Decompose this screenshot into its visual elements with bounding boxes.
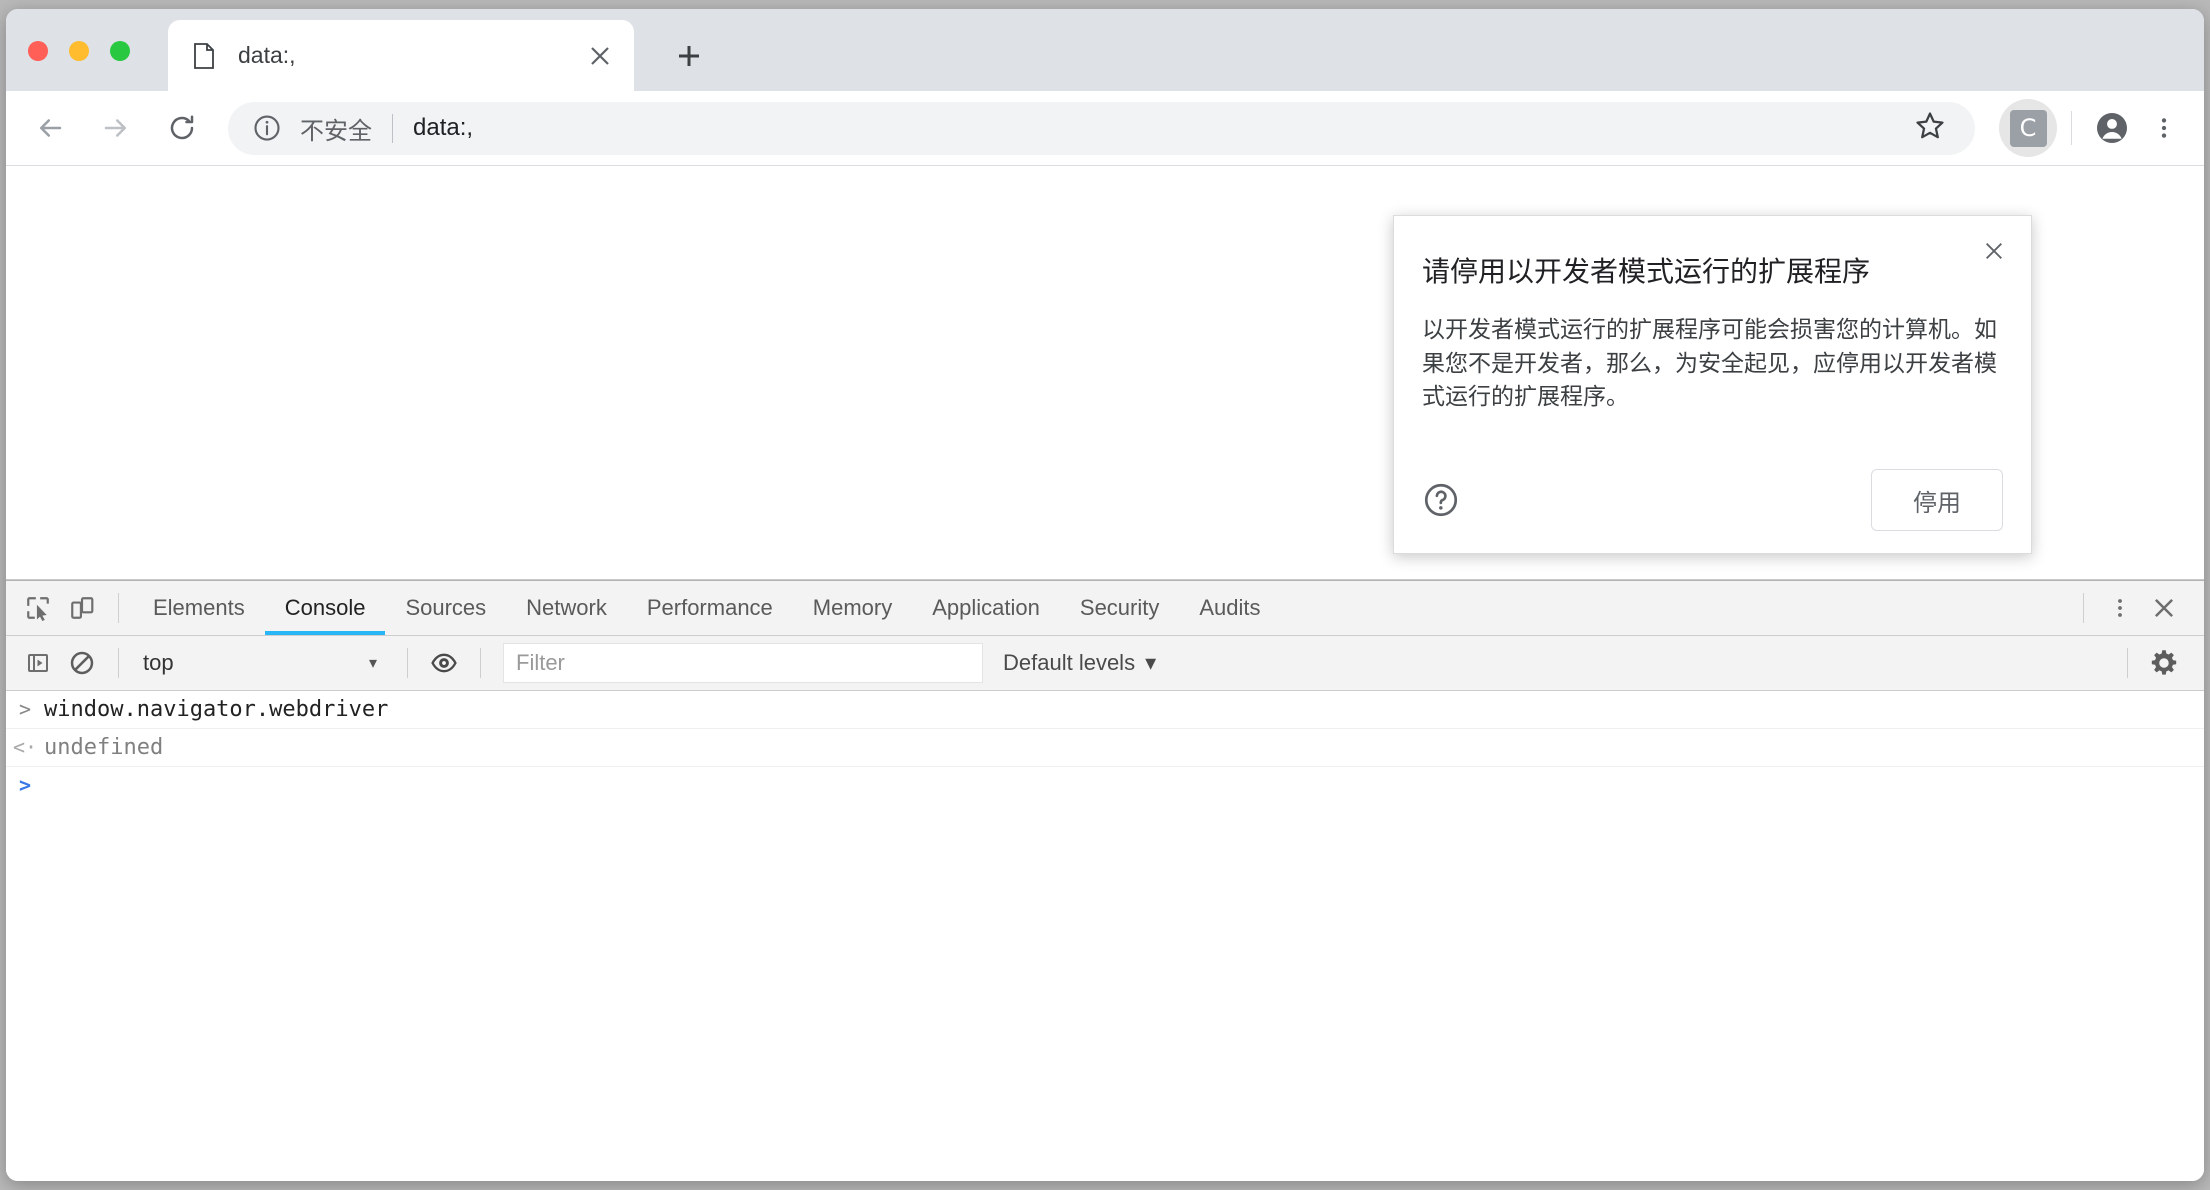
prompt-arrow-icon: >	[18, 773, 32, 797]
window-minimize-button[interactable]	[69, 41, 89, 61]
tab-sources[interactable]: Sources	[385, 581, 506, 635]
page-viewport: 请停用以开发者模式运行的扩展程序 以开发者模式运行的扩展程序可能会损害您的计算机…	[6, 166, 2204, 580]
tab-performance[interactable]: Performance	[627, 581, 793, 635]
tab-title: data:,	[238, 42, 296, 68]
inspect-element-icon[interactable]	[16, 586, 60, 630]
gear-icon[interactable]	[2142, 641, 2186, 685]
tab-application[interactable]: Application	[912, 581, 1060, 635]
address-bar[interactable]: 不安全 data:,	[228, 101, 1975, 155]
clear-console-icon[interactable]	[60, 641, 104, 685]
security-status-label: 不安全	[300, 117, 372, 145]
console-output[interactable]: > window.navigator.webdriver <· undefine…	[6, 691, 2204, 1181]
browser-window: data:, 不安全 data:, C 请停用以开发者模式运行的扩展程序 以开发…	[6, 9, 2204, 1181]
browser-toolbar: 不安全 data:, C	[6, 91, 2204, 166]
console-result-line: <· undefined	[6, 729, 2204, 767]
extension-warning-dialog: 请停用以开发者模式运行的扩展程序 以开发者模式运行的扩展程序可能会损害您的计算机…	[1393, 215, 2032, 554]
page-icon	[192, 42, 216, 69]
filterbar-divider-3	[480, 648, 481, 678]
devtools-tab-list: Elements Console Sources Network Perform…	[133, 581, 1281, 635]
tab-audits[interactable]: Audits	[1179, 581, 1280, 635]
window-maximize-button[interactable]	[110, 41, 130, 61]
filterbar-actions	[2113, 641, 2204, 685]
tab-elements[interactable]: Elements	[133, 581, 265, 635]
devtools-divider	[118, 593, 119, 623]
devtools-panel: Elements Console Sources Network Perform…	[6, 580, 2204, 1181]
window-traffic-lights	[28, 41, 130, 61]
console-expression: window.navigator.webdriver	[44, 697, 389, 722]
extension-badge-label: C	[2009, 109, 2047, 147]
chevron-down-icon: ▾	[1145, 650, 1157, 675]
result-arrow-icon: <·	[12, 735, 38, 759]
filterbar-divider-4	[2127, 648, 2128, 678]
dialog-close-icon[interactable]	[1973, 230, 2015, 272]
info-circle-icon[interactable]	[252, 113, 282, 143]
filterbar-divider-2	[407, 648, 408, 678]
console-context-select[interactable]: top ▾	[143, 642, 393, 684]
window-close-button[interactable]	[28, 41, 48, 61]
devtools-actions-divider	[2083, 593, 2084, 623]
devtools-more-icon[interactable]	[2098, 586, 2142, 630]
prompt-arrow-icon: >	[18, 697, 32, 721]
tab-close-icon[interactable]	[578, 34, 622, 78]
reload-button[interactable]	[154, 100, 210, 156]
console-prompt-line[interactable]: >	[6, 767, 2204, 805]
extension-icon[interactable]: C	[1999, 99, 2057, 157]
tab-strip: data:,	[6, 9, 2204, 91]
devtools-tabbar-actions	[2069, 586, 2204, 630]
url-text: data:,	[413, 114, 474, 141]
dialog-actions: 停用	[1394, 469, 2031, 531]
chevron-down-icon: ▾	[368, 655, 377, 672]
new-tab-button[interactable]	[666, 33, 712, 79]
tab-network[interactable]: Network	[506, 581, 627, 635]
disable-extension-button[interactable]: 停用	[1871, 469, 2003, 531]
star-icon[interactable]	[1913, 109, 1951, 147]
console-log-levels-select[interactable]: Default levels ▾	[1003, 650, 1156, 676]
tab-memory[interactable]: Memory	[793, 581, 912, 635]
profile-avatar-button[interactable]	[2086, 102, 2138, 154]
console-input-line: > window.navigator.webdriver	[6, 691, 2204, 729]
console-filter-input[interactable]: Filter	[503, 643, 983, 683]
eye-icon[interactable]	[422, 641, 466, 685]
log-levels-label: Default levels	[1003, 650, 1136, 675]
browser-menu-button[interactable]	[2138, 102, 2190, 154]
device-toolbar-icon[interactable]	[60, 586, 104, 630]
console-result-value: undefined	[44, 735, 164, 760]
help-circle-icon[interactable]	[1422, 481, 1460, 519]
console-sidebar-icon[interactable]	[16, 641, 60, 685]
dialog-title: 请停用以开发者模式运行的扩展程序	[1422, 256, 1871, 287]
toolbar-divider	[2071, 111, 2072, 145]
devtools-tabbar: Elements Console Sources Network Perform…	[6, 581, 2204, 636]
dialog-body: 以开发者模式运行的扩展程序可能会损害您的计算机。如果您不是开发者，那么，为安全起…	[1422, 316, 1997, 410]
browser-tab[interactable]: data:,	[168, 20, 634, 91]
forward-button[interactable]	[88, 100, 144, 156]
tab-console[interactable]: Console	[264, 581, 386, 635]
back-button[interactable]	[22, 100, 78, 156]
tab-security[interactable]: Security	[1060, 581, 1179, 635]
console-context-value: top	[143, 650, 174, 675]
console-filter-bar: top ▾ Filter Default levels ▾	[6, 636, 2204, 691]
omnibox-divider	[392, 113, 393, 143]
devtools-close-icon[interactable]	[2142, 586, 2186, 630]
filterbar-divider-1	[118, 648, 119, 678]
